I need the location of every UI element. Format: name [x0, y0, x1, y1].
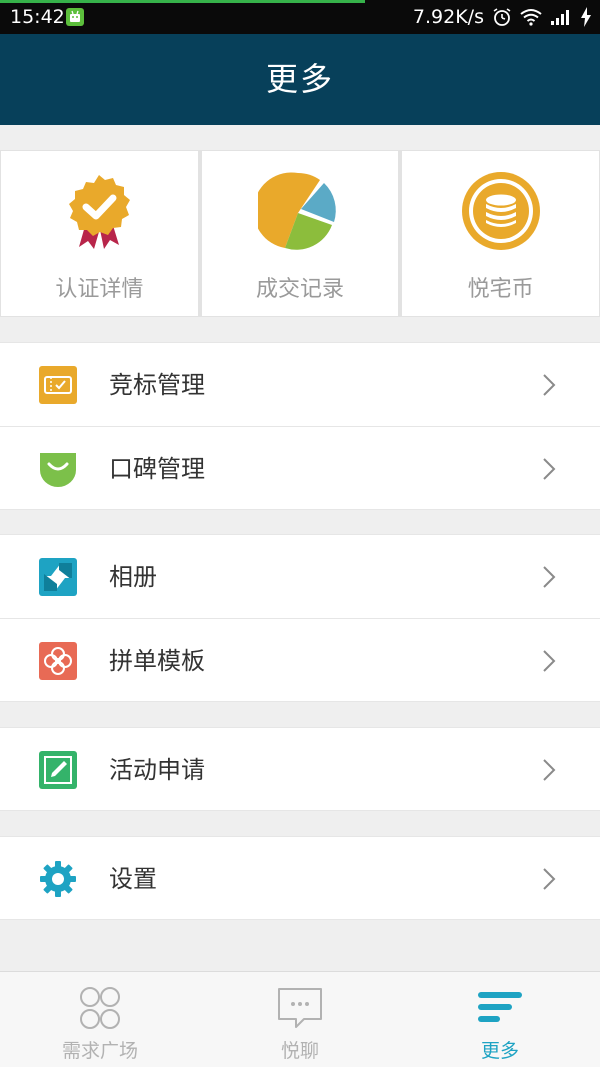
tab-more-label: 更多: [480, 1040, 519, 1062]
menu-item-activity[interactable]: 活动申请: [0, 728, 600, 812]
shortcut-transactions-label: 成交记录: [256, 277, 345, 302]
chevron-right-icon: [543, 566, 556, 588]
menu-lines-icon: [478, 992, 522, 1022]
shortcut-transactions[interactable]: 成交记录: [200, 150, 400, 317]
menu-item-album[interactable]: 相册: [0, 535, 600, 619]
android-notification-icon: [66, 8, 84, 26]
status-time: 15:42: [10, 6, 65, 28]
menu-item-bidding-label: 竞标管理: [109, 371, 205, 399]
page-title: 更多: [265, 60, 334, 98]
chat-bubble-icon: [278, 988, 322, 1028]
menu-item-bidding[interactable]: 竞标管理: [0, 343, 600, 427]
wifi-icon: [520, 8, 542, 26]
chevron-right-icon: [543, 650, 556, 672]
menu-item-template-label: 拼单模板: [109, 647, 205, 675]
tab-more[interactable]: 更多: [400, 972, 600, 1067]
shortcut-grid: 认证详情 成交记录 悦宅币: [0, 150, 600, 317]
flower-template-icon: [39, 642, 77, 680]
shortcut-certification[interactable]: 认证详情: [0, 150, 199, 317]
tab-demand-square-label: 需求广场: [61, 1040, 138, 1062]
album-icon: [39, 558, 77, 596]
menu-group-management: 竞标管理 口碑管理: [0, 342, 600, 510]
tab-chat[interactable]: 悦聊: [200, 972, 400, 1067]
certification-badge-icon: [69, 175, 131, 249]
gear-icon: [40, 861, 76, 897]
tab-chat-label: 悦聊: [280, 1040, 319, 1062]
network-speed: 7.92K/s: [412, 6, 484, 28]
menu-group-activity: 活动申请: [0, 727, 600, 811]
signal-icon: [550, 8, 572, 26]
pie-chart-icon: [258, 172, 336, 250]
chevron-right-icon: [543, 759, 556, 781]
status-right: 7.92K/s: [413, 6, 592, 28]
menu-item-settings-label: 设置: [109, 865, 157, 893]
alarm-icon: [492, 7, 512, 27]
menu-group-settings: 设置: [0, 836, 600, 920]
menu-group-media: 相册 拼单模板: [0, 534, 600, 702]
menu-item-reputation-label: 口碑管理: [109, 455, 205, 483]
grid-circles-icon: [80, 987, 120, 1029]
smile-speech-icon: [40, 453, 76, 487]
shortcut-certification-label: 认证详情: [55, 277, 144, 302]
coin-stack-icon: [461, 172, 540, 250]
battery-charging-icon: [580, 7, 592, 27]
shortcut-coins-label: 悦宅币: [467, 277, 534, 302]
edit-note-icon: [39, 751, 77, 789]
chevron-right-icon: [543, 374, 556, 396]
menu-item-activity-label: 活动申请: [109, 756, 205, 784]
menu-item-reputation[interactable]: 口碑管理: [0, 427, 600, 511]
menu-item-album-label: 相册: [109, 563, 157, 591]
chevron-right-icon: [543, 868, 556, 890]
app-header: 更多: [0, 34, 600, 125]
download-progress-bar: [0, 0, 365, 3]
ticket-icon: [39, 366, 77, 404]
menu-item-template[interactable]: 拼单模板: [0, 619, 600, 703]
shortcut-coins[interactable]: 悦宅币: [401, 150, 600, 317]
chevron-right-icon: [543, 458, 556, 480]
status-bar: 15:42 7.92K/s: [0, 0, 600, 34]
bottom-nav: 需求广场 悦聊 更多: [0, 971, 600, 1067]
tab-demand-square[interactable]: 需求广场: [0, 972, 200, 1067]
menu-item-settings[interactable]: 设置: [0, 837, 600, 921]
